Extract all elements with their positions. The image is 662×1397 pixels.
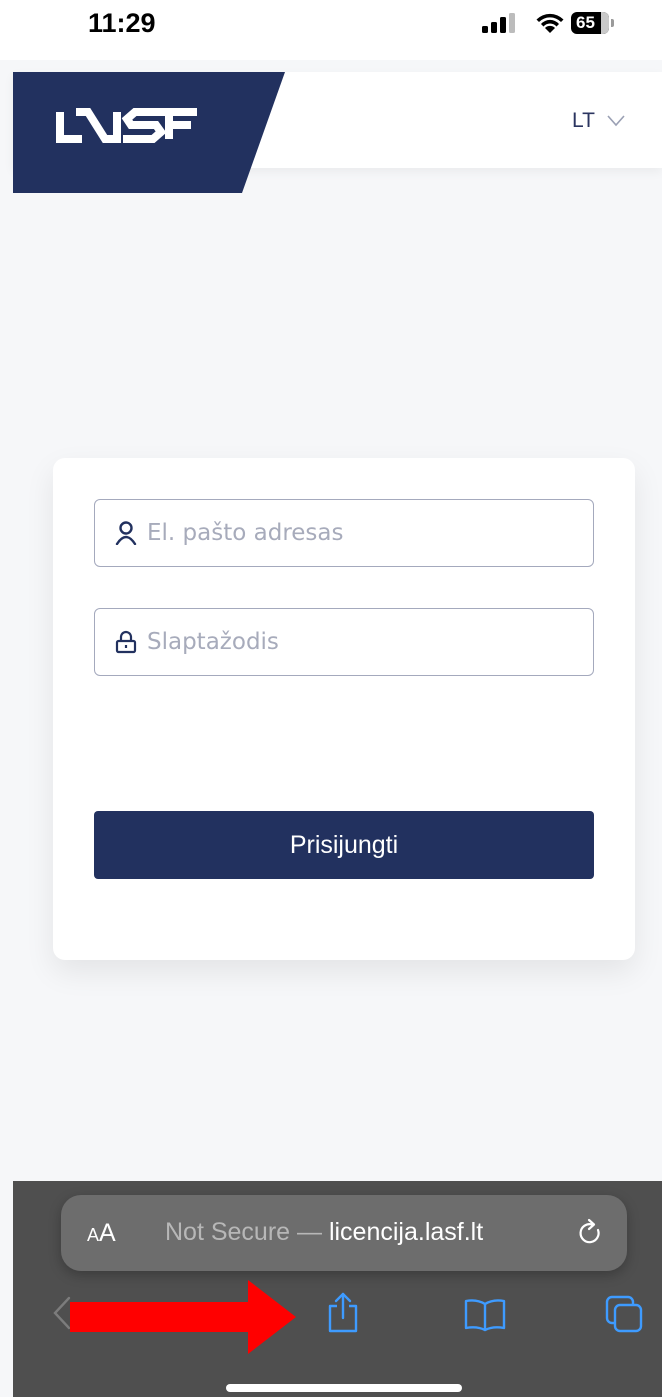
bookmarks-icon[interactable]	[463, 1298, 507, 1332]
battery-tip	[611, 19, 614, 27]
annotation-arrow	[70, 1280, 296, 1354]
aa-large-label: A	[99, 1219, 116, 1247]
url-display[interactable]: Not Secure — licencija.lasf.lt	[165, 1218, 483, 1247]
user-icon	[113, 520, 139, 546]
language-label: LT	[572, 109, 595, 132]
text-size-button[interactable]: AA	[87, 1219, 116, 1248]
status-bar: 11:29 65	[0, 0, 662, 60]
home-indicator	[226, 1384, 462, 1392]
signal-icon	[482, 13, 515, 33]
url-domain: licencija.lasf.lt	[328, 1218, 484, 1246]
aa-small-label: A	[87, 1225, 100, 1245]
password-field[interactable]	[94, 608, 594, 676]
wifi-icon	[536, 13, 564, 33]
share-icon[interactable]	[325, 1291, 361, 1333]
email-input[interactable]	[147, 520, 567, 546]
language-selector[interactable]: LT	[572, 108, 625, 134]
back-icon[interactable]	[52, 1296, 72, 1330]
lasf-logo[interactable]	[13, 72, 285, 193]
login-button[interactable]: Prisijungti	[94, 811, 594, 879]
tabs-icon[interactable]	[604, 1294, 644, 1334]
password-input[interactable]	[147, 629, 567, 655]
battery-icon: 65	[571, 12, 609, 34]
status-time: 11:29	[88, 8, 156, 38]
email-field[interactable]	[94, 499, 594, 567]
reload-icon[interactable]	[576, 1218, 604, 1248]
lock-icon	[113, 629, 139, 655]
security-label: Not Secure —	[165, 1218, 329, 1246]
battery-level: 65	[576, 13, 595, 32]
chevron-down-icon	[607, 115, 625, 127]
